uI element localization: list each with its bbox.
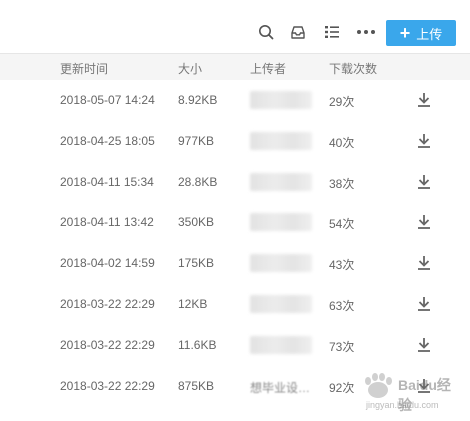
uploader-name-blurred xyxy=(250,294,312,313)
column-header-time[interactable]: 更新时间 xyxy=(60,60,108,77)
download-icon[interactable] xyxy=(415,377,433,395)
download-count: 40次 xyxy=(329,135,355,150)
download-count: 92次 xyxy=(329,380,355,395)
uploader-name-blurred xyxy=(250,335,312,354)
uploader-name: 想毕业设… xyxy=(250,380,311,395)
upload-button-label: 上传 xyxy=(416,26,443,42)
column-header-downloads[interactable]: 下载次数 xyxy=(329,60,377,77)
download-icon[interactable] xyxy=(415,173,433,191)
file-size: 12KB xyxy=(178,296,208,311)
inbox-icon[interactable] xyxy=(288,22,308,42)
file-size: 875KB xyxy=(178,378,215,393)
download-count: 38次 xyxy=(329,176,355,191)
file-size: 350KB xyxy=(178,215,215,230)
table-row[interactable]: 2018-04-11 13:42 350KB 54次 xyxy=(0,202,470,243)
download-icon[interactable] xyxy=(415,295,433,313)
file-size: 8.92KB xyxy=(178,93,218,107)
search-icon[interactable] xyxy=(256,22,276,42)
update-time: 2018-03-22 22:29 xyxy=(60,337,155,352)
update-time: 2018-05-07 14:24 xyxy=(60,93,155,107)
table-row[interactable]: 2018-03-22 22:29 12KB 63次 xyxy=(0,284,470,325)
table-row[interactable]: 2018-03-22 22:29 11.6KB 73次 xyxy=(0,325,470,366)
update-time: 2018-04-11 15:34 xyxy=(60,174,154,189)
file-size: 28.8KB xyxy=(178,174,218,189)
more-icon[interactable] xyxy=(356,22,376,42)
update-time: 2018-04-11 13:42 xyxy=(60,215,154,230)
list-view-icon[interactable] xyxy=(322,22,342,42)
update-time: 2018-03-22 22:29 xyxy=(60,296,155,311)
download-count: 54次 xyxy=(329,217,355,232)
column-header-size[interactable]: 大小 xyxy=(178,60,202,77)
download-count: 73次 xyxy=(329,339,355,354)
table-row[interactable]: 2018-05-07 14:24 8.92KB 29次 xyxy=(0,80,470,121)
column-header-uploader[interactable]: 上传者 xyxy=(250,60,286,77)
file-size: 977KB xyxy=(178,133,215,148)
update-time: 2018-04-25 18:05 xyxy=(60,133,155,148)
uploader-name-blurred xyxy=(250,213,312,232)
upload-button[interactable]: + 上传 xyxy=(386,20,456,46)
file-size: 11.6KB xyxy=(178,337,217,352)
table-header: 更新时间 大小 上传者 下载次数 xyxy=(0,54,470,80)
download-count: 43次 xyxy=(329,258,355,273)
uploader-name-blurred xyxy=(250,91,312,109)
table-row[interactable]: 2018-04-25 18:05 977KB 40次 xyxy=(0,121,470,162)
download-icon[interactable] xyxy=(415,91,433,109)
update-time: 2018-04-02 14:59 xyxy=(60,256,155,271)
file-table: 2018-05-07 14:24 8.92KB 29次 2018-04-25 18:0… xyxy=(0,80,470,406)
download-count: 29次 xyxy=(329,95,355,109)
update-time: 2018-03-22 22:29 xyxy=(60,378,155,393)
table-row[interactable]: 2018-04-02 14:59 175KB 43次 xyxy=(0,243,470,284)
uploader-name-blurred xyxy=(250,131,312,150)
toolbar: + 上传 xyxy=(0,0,470,54)
file-size: 175KB xyxy=(178,256,215,271)
uploader-name-blurred xyxy=(250,172,312,191)
table-row[interactable]: 2018-03-22 22:29 875KB 想毕业设… 92次 xyxy=(0,366,470,407)
table-row[interactable]: 2018-04-11 15:34 28.8KB 38次 xyxy=(0,162,470,203)
download-icon[interactable] xyxy=(415,213,433,231)
download-icon[interactable] xyxy=(415,254,433,272)
download-count: 63次 xyxy=(329,298,355,313)
download-icon[interactable] xyxy=(415,336,433,354)
download-icon[interactable] xyxy=(415,132,433,150)
uploader-name-blurred xyxy=(250,254,312,273)
plus-icon: + xyxy=(399,23,411,43)
